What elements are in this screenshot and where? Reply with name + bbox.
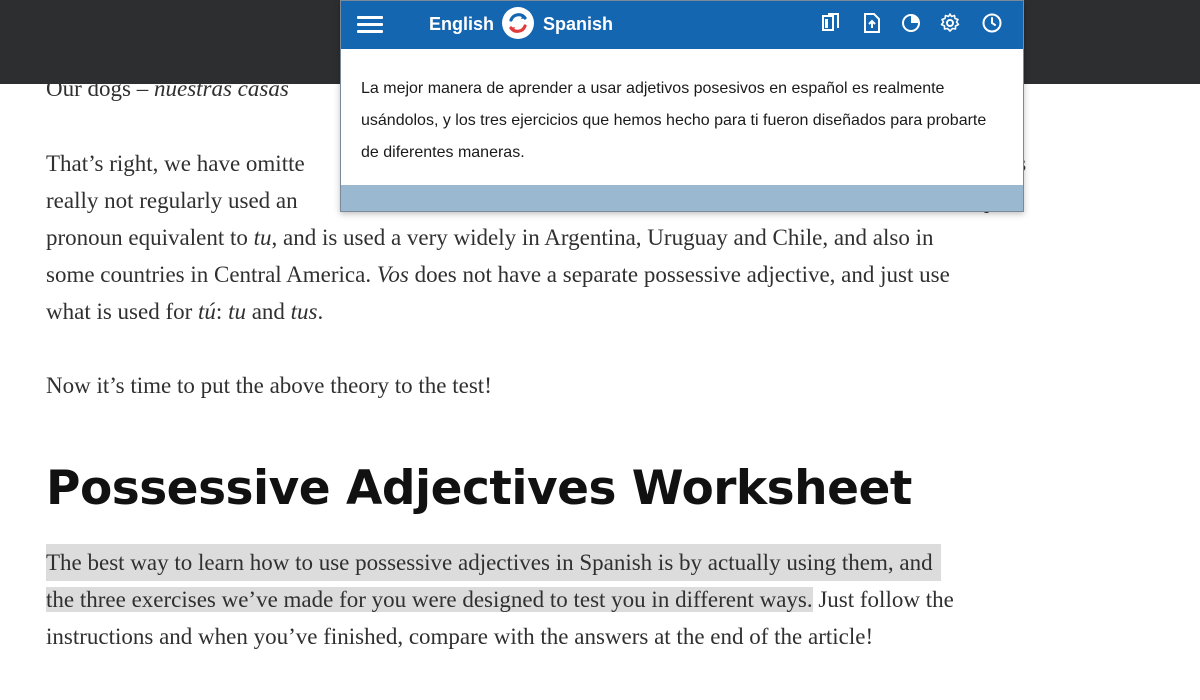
highlighted-selection-line[interactable]: The best way to learn how to use possess… <box>46 544 941 581</box>
menu-icon[interactable] <box>357 13 383 37</box>
example-line: Our dogs – nuestras casas <box>46 76 289 101</box>
history-icon[interactable] <box>980 11 1004 35</box>
paragraph-line: some countries in Central America. Vos d… <box>46 262 950 287</box>
copy-icon[interactable] <box>819 11 843 35</box>
export-icon[interactable] <box>860 11 884 35</box>
mouse-icon[interactable] <box>899 11 923 35</box>
translation-popup: English Spanish La mejor manera de apren… <box>340 0 1024 212</box>
popup-toolbar: English Spanish <box>341 1 1023 49</box>
paragraph-line: Now it’s time to put the above theory to… <box>46 373 492 398</box>
paragraph-line: pronoun equivalent to tu, and is used a … <box>46 225 934 250</box>
target-language-button[interactable]: Spanish <box>543 12 613 36</box>
popup-footer <box>341 185 1023 211</box>
highlighted-selection[interactable]: the three exercises we’ve made for you w… <box>46 587 813 612</box>
source-language-button[interactable]: English <box>429 12 494 36</box>
paragraph-line: what is used for tú: tu and tus. <box>46 299 324 324</box>
translation-text: La mejor manera de aprender a usar adjet… <box>361 80 987 161</box>
paragraph-line: instructions and when you’ve finished, c… <box>46 624 874 649</box>
swap-languages-icon[interactable] <box>502 7 534 39</box>
settings-icon[interactable] <box>938 11 962 35</box>
section-heading: Possessive Adjectives Worksheet <box>46 461 912 516</box>
paragraph-line: the three exercises we’ve made for you w… <box>46 587 954 612</box>
